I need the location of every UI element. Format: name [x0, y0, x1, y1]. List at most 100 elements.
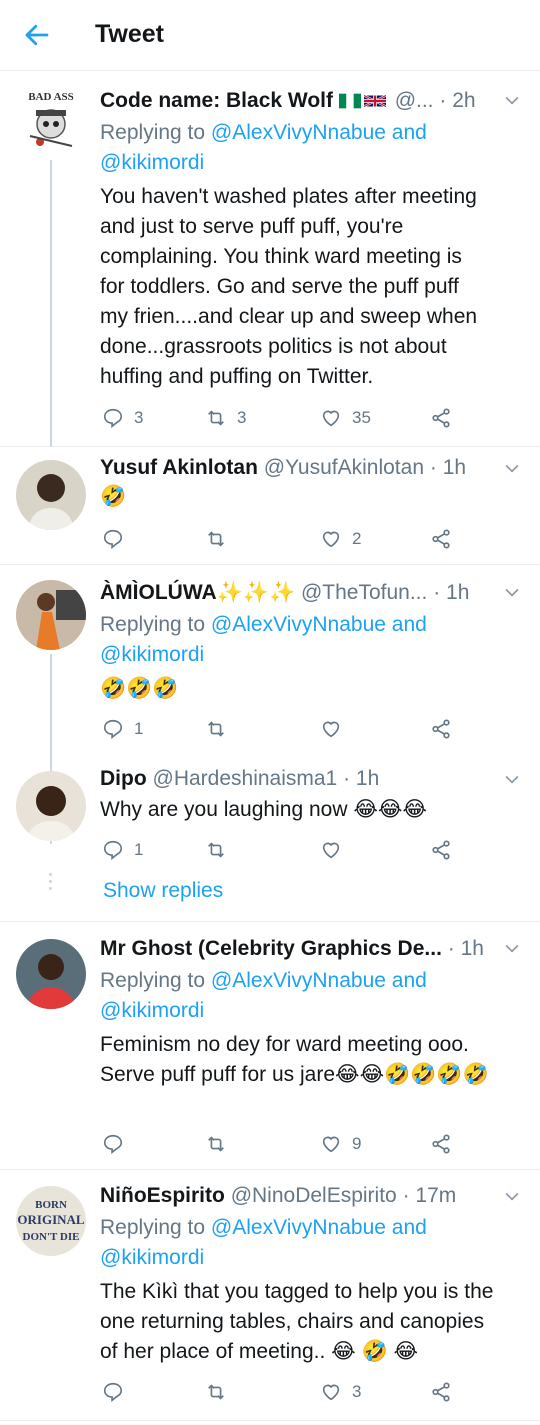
tweet-actions: 2	[100, 525, 460, 553]
chevron-down-icon[interactable]	[502, 769, 522, 789]
heart-icon	[322, 410, 340, 427]
arrow-left-icon[interactable]	[22, 20, 52, 50]
tweet-actions: 9	[100, 1130, 460, 1158]
top-bar: Tweet	[0, 0, 540, 71]
share-icon	[432, 529, 450, 549]
separator: ·	[433, 581, 441, 604]
display-name[interactable]: NiñoEspirito	[100, 1184, 225, 1207]
mention-link[interactable]: @kikimordi	[100, 151, 204, 174]
like-button[interactable]	[320, 715, 352, 743]
chevron-down-icon[interactable]	[502, 90, 522, 110]
avatar[interactable]	[16, 460, 86, 530]
show-replies-link[interactable]: Show replies	[103, 879, 223, 903]
avatar[interactable]	[16, 939, 86, 1009]
chevron-down-icon[interactable]	[502, 1186, 522, 1206]
retweet-button[interactable]	[205, 1378, 237, 1406]
mention-link[interactable]: @AlexVivyNnabue and	[211, 121, 427, 144]
retweet-button[interactable]	[205, 1130, 237, 1158]
like-button[interactable]: 2	[320, 525, 361, 553]
avatar[interactable]	[16, 580, 86, 650]
retweet-button[interactable]: 3	[205, 404, 246, 432]
timestamp[interactable]: 17m	[415, 1184, 456, 1207]
handle[interactable]: @...	[395, 89, 434, 112]
tweet[interactable]: ÀMÌOLÚWA✨✨✨ @TheTofun... · 1h Replying t…	[0, 566, 540, 844]
retweet-button[interactable]	[205, 715, 237, 743]
chevron-down-icon[interactable]	[502, 938, 522, 958]
handle[interactable]: @NinoDelEspirito	[231, 1184, 397, 1207]
retweet-button[interactable]	[205, 525, 237, 553]
display-name[interactable]: ÀMÌOLÚWA	[100, 581, 217, 604]
thread-dots	[49, 873, 53, 894]
reply-button[interactable]	[102, 1130, 134, 1158]
reply-count: 3	[134, 408, 144, 427]
reply-icon	[103, 719, 123, 739]
avatar[interactable]: BORN ORIGINAL DON'T DIE	[16, 1186, 86, 1256]
mention-link[interactable]: @kikimordi	[100, 1246, 204, 1269]
replying-to: Replying to @AlexVivyNnabue and @kikimor…	[100, 1216, 427, 1269]
tweet-actions: 3	[100, 1378, 460, 1406]
heart-icon	[322, 1384, 340, 1401]
mention-link[interactable]: @kikimordi	[100, 643, 204, 666]
reply-count: 1	[134, 719, 144, 738]
heart-icon	[322, 842, 340, 859]
svg-text:BORN: BORN	[35, 1199, 67, 1211]
share-button[interactable]	[430, 1130, 452, 1158]
retweet-button[interactable]	[205, 836, 237, 864]
handle[interactable]: @YusufAkinlotan	[264, 456, 424, 479]
share-button[interactable]	[430, 836, 452, 864]
timestamp[interactable]: 1h	[356, 767, 379, 790]
share-icon	[432, 840, 450, 860]
tweet[interactable]: Yusuf Akinlotan @YusufAkinlotan · 1h 🤣 2	[0, 448, 540, 565]
replying-to: Replying to @AlexVivyNnabue and @kikimor…	[100, 121, 427, 174]
tweet-text: Why are you laughing now 😂😂😂	[100, 798, 427, 821]
retweet-count: 3	[237, 408, 247, 427]
share-button[interactable]	[430, 1378, 452, 1406]
handle[interactable]: @Hardeshinaisma1	[153, 767, 338, 790]
timestamp[interactable]: 1h	[461, 937, 484, 960]
tweet[interactable]: BAD ASS Code name: Black Wolf @... · 2h …	[0, 72, 540, 447]
reply-button[interactable]: 1	[102, 836, 143, 864]
display-name[interactable]: Code name: Black Wolf	[100, 89, 333, 112]
reply-button[interactable]	[102, 1378, 134, 1406]
timestamp[interactable]: 1h	[443, 456, 466, 479]
like-count: 35	[352, 408, 371, 427]
like-button[interactable]	[320, 836, 352, 864]
svg-text:ORIGINAL: ORIGINAL	[17, 1212, 85, 1227]
sparkles-icon: ✨✨✨	[216, 581, 296, 604]
uk-flag-icon	[363, 94, 386, 108]
mention-link[interactable]: @AlexVivyNnabue and	[211, 613, 427, 636]
chevron-down-icon[interactable]	[502, 458, 522, 478]
like-button[interactable]: 9	[320, 1130, 361, 1158]
display-name[interactable]: Yusuf Akinlotan	[100, 456, 258, 479]
heart-icon	[322, 1136, 340, 1153]
reply-button[interactable]: 3	[102, 404, 143, 432]
tweet[interactable]: BORN ORIGINAL DON'T DIE NiñoEspirito @Nino…	[0, 1171, 540, 1421]
handle[interactable]: @TheTofun...	[301, 581, 427, 604]
share-button[interactable]	[430, 404, 452, 432]
retweet-icon	[208, 721, 224, 737]
separator: ·	[439, 89, 447, 112]
mention-link[interactable]: @AlexVivyNnabue and	[211, 1216, 427, 1239]
reply-icon	[103, 529, 123, 549]
like-button[interactable]: 35	[320, 404, 371, 432]
tweet[interactable]: Mr Ghost (Celebrity Graphics De... · 1h …	[0, 923, 540, 1170]
share-button[interactable]	[430, 715, 452, 743]
chevron-down-icon[interactable]	[502, 582, 522, 602]
replying-to: Replying to @AlexVivyNnabue and @kikimor…	[100, 969, 427, 1022]
avatar[interactable]: BAD ASS	[16, 86, 86, 156]
timestamp[interactable]: 1h	[446, 581, 469, 604]
reply-button[interactable]: 1	[102, 715, 143, 743]
reply-button[interactable]	[102, 525, 134, 553]
like-count: 3	[352, 1382, 362, 1401]
share-button[interactable]	[430, 525, 452, 553]
display-name[interactable]: Mr Ghost (Celebrity Graphics De...	[100, 937, 442, 960]
timestamp[interactable]: 2h	[452, 89, 475, 112]
mention-link[interactable]: @kikimordi	[100, 999, 204, 1022]
avatar[interactable]	[16, 771, 86, 841]
separator: ·	[402, 1184, 410, 1207]
like-button[interactable]: 3	[320, 1378, 361, 1406]
display-name[interactable]: Dipo	[100, 767, 147, 790]
reply-icon	[103, 1382, 123, 1402]
tweet[interactable]: Dipo @Hardeshinaisma1 · 1h Why are you l…	[0, 757, 540, 922]
mention-link[interactable]: @AlexVivyNnabue and	[211, 969, 427, 992]
